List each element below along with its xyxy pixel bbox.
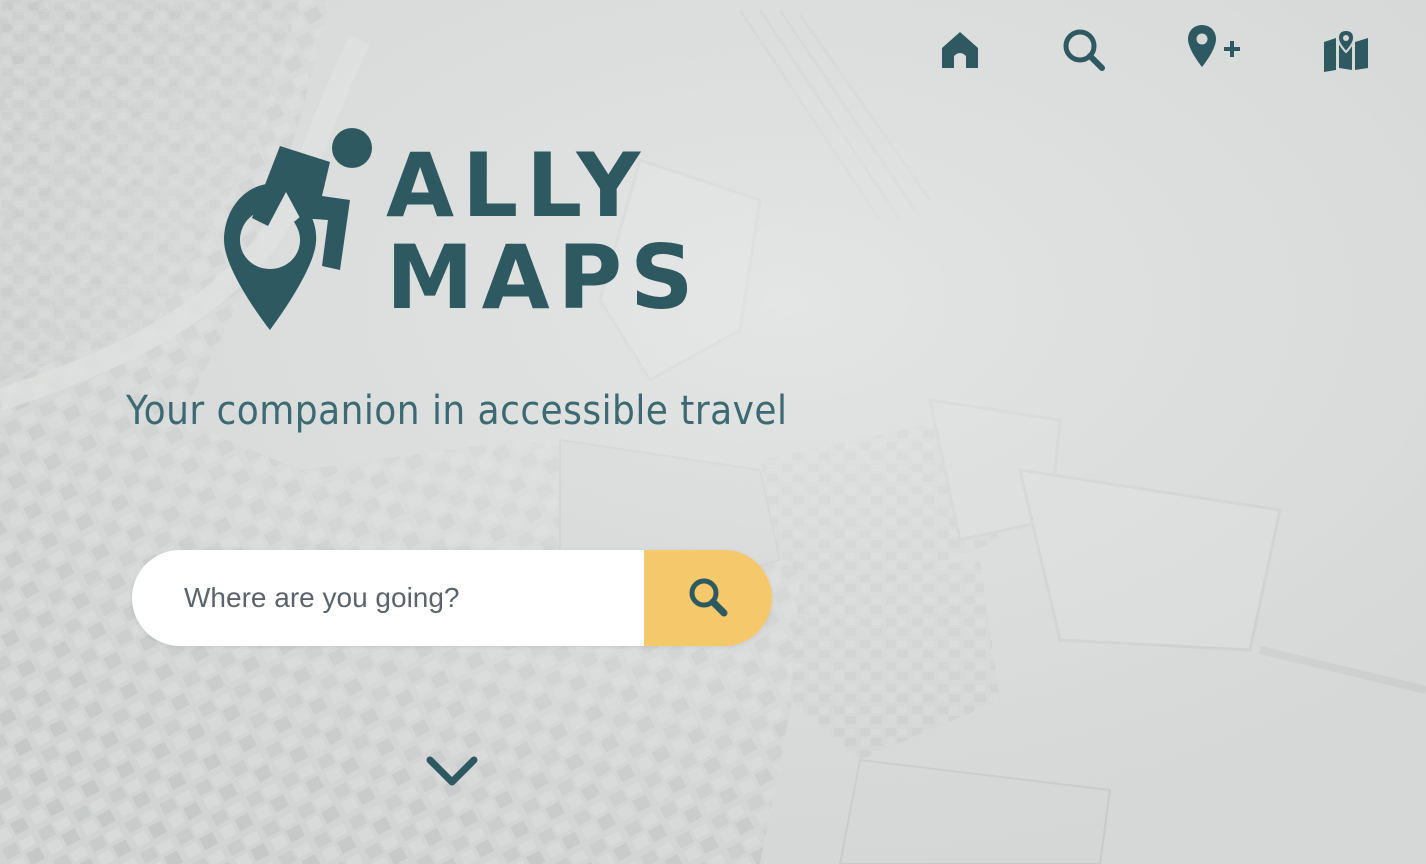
chevron-down-icon xyxy=(426,754,478,794)
nav-add-location-button[interactable] xyxy=(1184,20,1244,76)
logo-line-2: MAPS xyxy=(386,226,702,329)
search-bar xyxy=(132,550,772,646)
nav-home-button[interactable] xyxy=(930,24,990,80)
map-icon xyxy=(1322,28,1370,76)
nav-search-button[interactable] xyxy=(1054,24,1114,80)
search-button[interactable] xyxy=(644,550,772,646)
search-icon xyxy=(687,576,729,621)
wheelchair-location-pin-icon xyxy=(222,126,382,340)
search-input[interactable] xyxy=(132,550,644,646)
tagline: Your companion in accessible travel xyxy=(126,388,788,434)
home-icon xyxy=(938,28,982,76)
nav-map-button[interactable] xyxy=(1316,24,1376,80)
logo-wordmark: ALLY MAPS xyxy=(386,140,702,324)
search-icon xyxy=(1061,27,1107,77)
logo[interactable]: ALLY MAPS xyxy=(222,126,694,336)
scroll-down-button[interactable] xyxy=(426,756,478,792)
add-location-icon xyxy=(1186,23,1242,73)
logo-line-1: ALLY xyxy=(386,134,649,237)
